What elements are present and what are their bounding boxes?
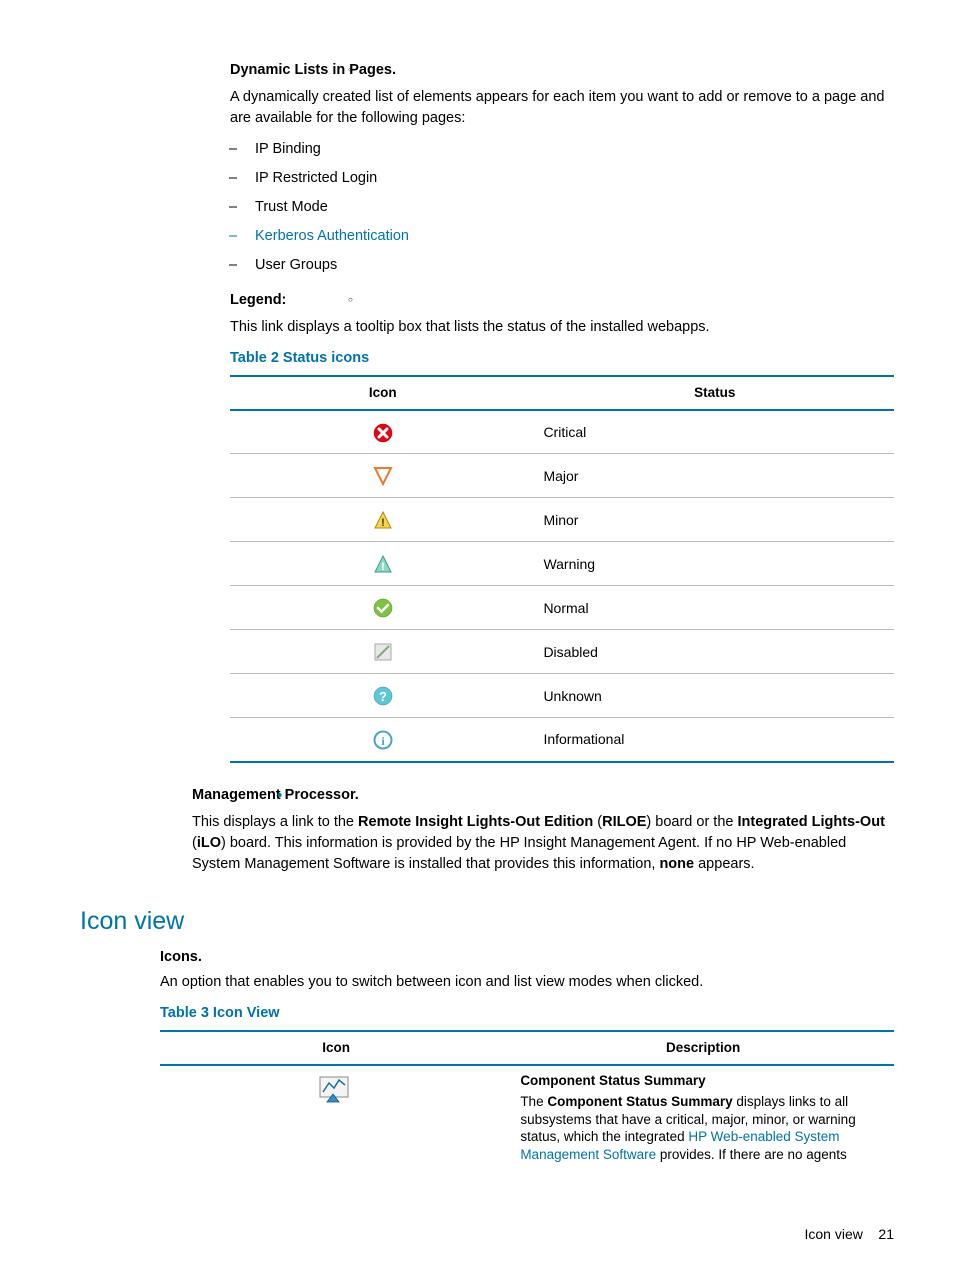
- table2-header-icon: Icon: [230, 376, 535, 410]
- text: appears.: [694, 856, 754, 872]
- dynamic-lists-body: A dynamically created list of elements a…: [230, 87, 894, 129]
- table-row: ? Unknown: [230, 674, 894, 718]
- unknown-icon: ?: [373, 687, 393, 703]
- warning-icon: !: [373, 555, 393, 571]
- svg-text:!: !: [381, 561, 385, 573]
- footer-label: Icon view: [805, 1226, 863, 1242]
- row-body: The Component Status Summary displays li…: [520, 1093, 886, 1163]
- text: none: [659, 856, 694, 872]
- table2-caption: Table 2 Status icons: [230, 348, 894, 369]
- text: provides. If there are no agents: [656, 1147, 847, 1162]
- table-row: i Informational: [230, 718, 894, 762]
- table3-caption: Table 3 Icon View: [160, 1003, 894, 1024]
- footer-page: 21: [878, 1226, 894, 1242]
- text: (: [593, 814, 602, 830]
- status-label: Warning: [535, 542, 894, 586]
- page-footer: Icon view 21: [80, 1224, 894, 1244]
- table-row: Component Status Summary The Component S…: [160, 1065, 894, 1170]
- mgmt-heading: Management Processor.: [192, 785, 894, 806]
- text: Remote Insight Lights-Out Edition: [358, 814, 593, 830]
- table-row: ! Minor: [230, 498, 894, 542]
- dynamic-lists-items: IP Binding IP Restricted Login Trust Mod…: [255, 139, 894, 276]
- list-item: IP Restricted Login: [255, 168, 894, 189]
- status-label: Critical: [535, 410, 894, 454]
- table-row: Disabled: [230, 630, 894, 674]
- text: RILOE: [602, 814, 646, 830]
- icons-subhead: Icons.: [160, 947, 894, 968]
- dynamic-lists-title: Dynamic Lists in Pages.: [230, 62, 396, 78]
- mgmt-body: This displays a link to the Remote Insig…: [192, 812, 894, 875]
- legend-body: This link displays a tooltip box that li…: [230, 317, 894, 338]
- table2-header-status: Status: [535, 376, 894, 410]
- svg-text:?: ?: [379, 689, 387, 704]
- dynamic-lists-heading: Dynamic Lists in Pages.: [230, 60, 894, 81]
- text: The: [520, 1094, 547, 1109]
- status-label: Minor: [535, 498, 894, 542]
- text: This displays a link to the: [192, 814, 358, 830]
- major-icon: [373, 467, 393, 483]
- text: Component Status Summary: [547, 1094, 732, 1109]
- text: ) board or the: [646, 814, 737, 830]
- table3-header-desc: Description: [512, 1031, 894, 1065]
- text: Integrated Lights-Out: [737, 814, 884, 830]
- status-label: Disabled: [535, 630, 894, 674]
- row-title: Component Status Summary: [520, 1072, 886, 1090]
- component-status-summary-icon: [319, 1092, 353, 1107]
- legend-title: Legend:: [230, 292, 286, 308]
- svg-text:!: !: [381, 517, 385, 529]
- status-label: Normal: [535, 586, 894, 630]
- informational-icon: i: [373, 731, 393, 747]
- list-item: Trust Mode: [255, 197, 894, 218]
- table-row: Critical: [230, 410, 894, 454]
- text: iLO: [197, 835, 221, 851]
- legend-heading: Legend:: [230, 290, 894, 311]
- table3-desc-cell: Component Status Summary The Component S…: [512, 1065, 894, 1170]
- list-item: IP Binding: [255, 139, 894, 160]
- icon-view-table: Icon Description Component Status Summar…: [160, 1030, 894, 1169]
- list-item-link[interactable]: Kerberos Authentication: [255, 226, 894, 247]
- status-label: Unknown: [535, 674, 894, 718]
- minor-icon: !: [373, 511, 393, 527]
- table3-header-icon: Icon: [160, 1031, 512, 1065]
- mgmt-title: Management Processor.: [192, 787, 359, 803]
- list-item: User Groups: [255, 255, 894, 276]
- table-row: Major: [230, 454, 894, 498]
- normal-icon: [373, 599, 393, 615]
- status-icons-table: Icon Status Critical Major ! Minor ! War…: [230, 375, 894, 763]
- critical-icon: [373, 423, 393, 439]
- status-label: Major: [535, 454, 894, 498]
- table-row: Normal: [230, 586, 894, 630]
- table-row: ! Warning: [230, 542, 894, 586]
- disabled-icon: [373, 643, 393, 659]
- section-heading-icon-view: Icon view: [80, 903, 894, 939]
- status-label: Informational: [535, 718, 894, 762]
- icons-subbody: An option that enables you to switch bet…: [160, 972, 894, 993]
